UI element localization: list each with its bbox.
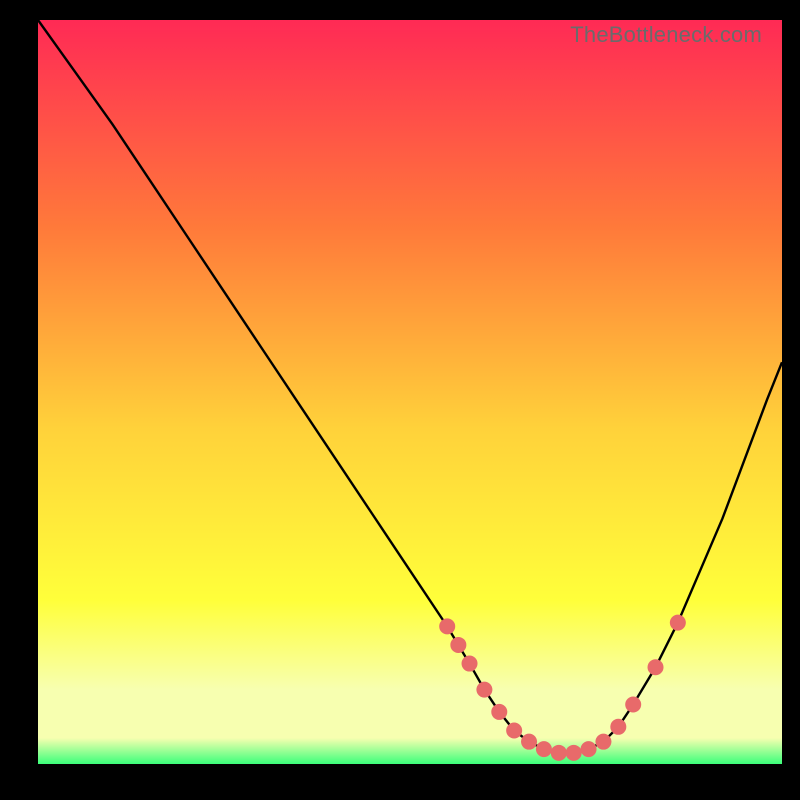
data-marker [610, 719, 626, 735]
data-marker [439, 618, 455, 634]
data-marker [476, 682, 492, 698]
bottleneck-curve [38, 20, 782, 753]
data-marker [521, 734, 537, 750]
data-marker [581, 741, 597, 757]
chart-frame: TheBottleneck.com [18, 20, 782, 784]
watermark-text: TheBottleneck.com [570, 22, 762, 48]
data-marker [595, 734, 611, 750]
data-marker [462, 656, 478, 672]
data-marker [625, 696, 641, 712]
plot-area [38, 20, 782, 764]
data-marker [551, 745, 567, 761]
data-marker [670, 615, 686, 631]
data-marker [566, 745, 582, 761]
data-marker [491, 704, 507, 720]
curve-layer [38, 20, 782, 764]
marker-group [439, 615, 686, 761]
data-marker [450, 637, 466, 653]
data-marker [536, 741, 552, 757]
data-marker [648, 659, 664, 675]
data-marker [506, 723, 522, 739]
